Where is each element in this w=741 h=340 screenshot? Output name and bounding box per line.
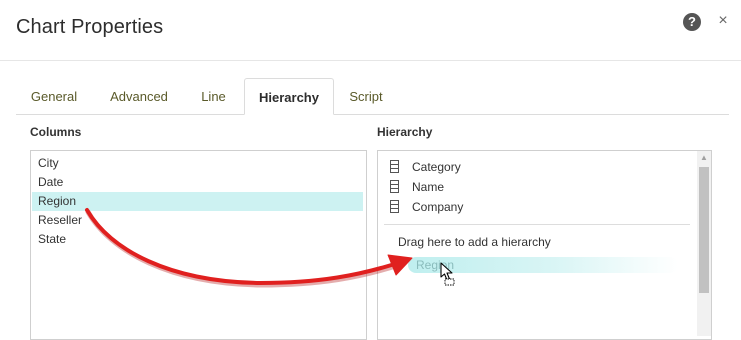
- hierarchy-level-icon: [390, 160, 399, 173]
- dialog-title: Chart Properties: [16, 16, 164, 38]
- hierarchy-level-icon: [390, 200, 399, 213]
- tab-script[interactable]: Script: [336, 78, 396, 115]
- column-item-region[interactable]: Region: [32, 192, 363, 211]
- tabs-divider: [16, 114, 729, 115]
- tab-line[interactable]: Line: [186, 78, 241, 115]
- column-item-state[interactable]: State: [32, 230, 363, 249]
- close-icon[interactable]: ×: [716, 11, 730, 31]
- hierarchy-item-label: Category: [412, 160, 461, 174]
- hierarchy-level-icon: [390, 180, 399, 193]
- columns-label: Columns: [30, 125, 82, 139]
- hierarchy-divider: [384, 224, 690, 225]
- hierarchy-item-label: Name: [412, 180, 445, 194]
- drop-zone-hint[interactable]: Drag here to add a hierarchy: [398, 235, 551, 249]
- hierarchy-label: Hierarchy: [377, 125, 433, 139]
- tab-hierarchy[interactable]: Hierarchy: [244, 78, 334, 115]
- move-cursor-icon: [440, 262, 455, 286]
- chart-properties-dialog: Chart Properties ? × General Advanced Li…: [0, 0, 741, 340]
- help-icon[interactable]: ?: [683, 13, 701, 31]
- tab-general[interactable]: General: [16, 78, 92, 115]
- column-item-reseller[interactable]: Reseller: [32, 211, 363, 230]
- scroll-up-arrow-icon[interactable]: ▲: [697, 153, 711, 163]
- tab-advanced[interactable]: Advanced: [94, 78, 184, 115]
- hierarchy-item-label: Company: [412, 200, 464, 214]
- column-item-date[interactable]: Date: [32, 173, 363, 192]
- scroll-thumb[interactable]: [699, 167, 709, 293]
- columns-list[interactable]: City Date Region Reseller State: [30, 150, 367, 340]
- hierarchy-list[interactable]: Category Name Company Drag here to add a…: [377, 150, 712, 340]
- column-item-city[interactable]: City: [32, 154, 363, 173]
- hierarchy-scrollbar[interactable]: ▲: [697, 151, 711, 336]
- header-divider: [0, 60, 741, 61]
